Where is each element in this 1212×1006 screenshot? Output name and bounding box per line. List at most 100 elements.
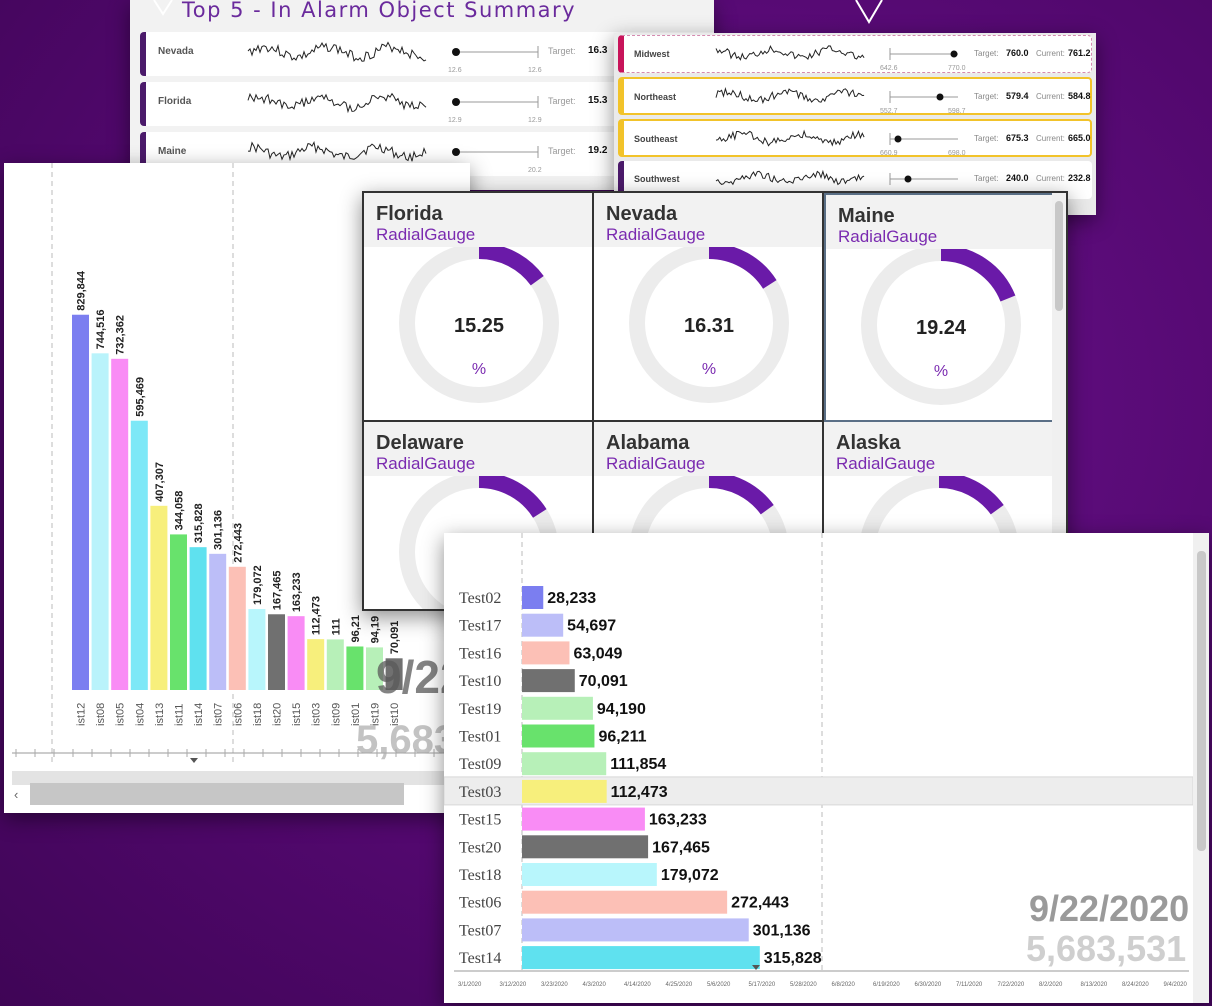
target-label: Target: <box>548 146 576 156</box>
bar-category-label: Test20 <box>459 839 501 856</box>
bar <box>522 779 607 803</box>
timeline-label: 6/30/2020 <box>915 982 942 988</box>
gauge-name: Alaska <box>836 432 901 454</box>
current-value: 761.2 <box>1068 48 1091 58</box>
bar <box>522 863 657 886</box>
bar <box>522 946 760 970</box>
bar-category-label: Test07 <box>459 922 501 939</box>
gauge-cell[interactable]: Maine RadialGauge 19.24% <box>824 193 1054 422</box>
bar-value-label: 112,473 <box>611 784 668 801</box>
bar-category-label: Test14 <box>459 950 501 967</box>
bar-tick-label: ist12 <box>76 703 88 726</box>
gauge-header: Delaware RadialGauge <box>364 422 592 476</box>
timeline-label: 3/23/2020 <box>541 982 568 988</box>
target-value: 760.0 <box>1006 48 1029 58</box>
bullet-max-label: 598.7 <box>948 108 966 115</box>
chevron-down-icon <box>153 0 173 16</box>
timeline-labels-band <box>12 771 470 785</box>
sparkline-line <box>247 92 427 114</box>
bar <box>522 669 575 693</box>
bar-tick-label: ist09 <box>330 703 342 726</box>
bar-tick-label: ist07 <box>213 703 225 726</box>
bar-value-label: 301,136 <box>213 510 225 550</box>
bar <box>522 724 595 748</box>
target-value: 15.3 <box>588 95 608 106</box>
region-sparkline: 642.6 770.0 <box>715 44 966 72</box>
bullet-max-label: 12.9 <box>528 117 542 124</box>
gauge-unit: % <box>701 361 717 378</box>
bar-category-label: Test06 <box>459 895 501 912</box>
bar-value-label: 70,091 <box>389 621 401 655</box>
sparkline-line <box>247 41 427 62</box>
gauge-name: Delaware <box>376 432 464 454</box>
bar-tick-label: ist03 <box>311 703 323 726</box>
current-label: Current: <box>1036 49 1065 58</box>
bar-category-label: Test17 <box>459 618 501 635</box>
gauge-fill <box>938 476 1004 515</box>
gauge-header: Florida RadialGauge <box>364 193 592 247</box>
bullet-max-label: 12.6 <box>528 67 542 74</box>
bar-tick-label: ist15 <box>291 703 303 726</box>
bar-tick-label: ist20 <box>272 703 284 726</box>
bar-value-label: 111,854 <box>610 756 666 773</box>
bar <box>111 358 129 690</box>
current-value: 232.8 <box>1068 173 1091 183</box>
bar-tick-label: ist14 <box>193 703 205 726</box>
gauge-name: Florida <box>376 203 443 225</box>
bar <box>522 641 570 665</box>
bar <box>189 547 207 690</box>
bullet-max-label: 698.0 <box>948 150 966 157</box>
gauge-scrollbar-thumb[interactable] <box>1055 201 1063 311</box>
gauge-unit: % <box>933 363 949 380</box>
region-summary-panel: Midwest 642.6 770.0 Target: 760.0 Current: 761… <box>614 33 1096 215</box>
bar-value-label: 272,443 <box>232 523 244 563</box>
gauge-type: RadialGauge <box>606 454 706 473</box>
target-label: Target: <box>548 46 576 56</box>
gauge-name: Maine <box>838 205 895 227</box>
bar-value-label: 94,19 <box>370 616 382 644</box>
bar-tick-label: ist13 <box>154 703 166 726</box>
bar-value-label: 744,516 <box>95 310 107 350</box>
target-label: Target: <box>548 96 576 106</box>
sparkline-line <box>715 169 865 186</box>
bar-value-label: 163,233 <box>291 572 303 612</box>
bar <box>150 505 168 690</box>
bar <box>522 613 564 637</box>
bar-value-label: 112,473 <box>311 596 323 635</box>
gauge-header: Alaska RadialGauge <box>824 422 1052 476</box>
bar-category-label: Test18 <box>459 867 501 884</box>
bullet-marker <box>452 98 460 106</box>
gauge-cell[interactable]: Florida RadialGauge 15.25% <box>364 193 594 422</box>
bar-category-label: Test09 <box>459 756 501 773</box>
timeline-label: 3/12/2020 <box>500 982 527 988</box>
bar-tick-label: ist05 <box>115 703 127 726</box>
bar <box>346 646 364 690</box>
bar <box>209 553 227 690</box>
alarm-sparkline: 12.9 12.9 <box>247 92 542 124</box>
bar-category-label: Test02 <box>459 590 501 607</box>
region-sparkline: 552.7 598.7 <box>715 87 966 115</box>
gauge-name: Nevada <box>606 203 678 225</box>
hbar-scrollbar[interactable] <box>1193 533 1209 1003</box>
bullet-marker <box>452 48 460 56</box>
bar-value-label: 70,091 <box>579 673 628 690</box>
target-value: 240.0 <box>1006 173 1029 183</box>
bar-value-label: 167,465 <box>652 839 710 856</box>
gauge-type: RadialGauge <box>376 454 476 473</box>
gauge-cell[interactable]: Nevada RadialGauge 16.31% <box>594 193 824 422</box>
bar-category-label: Test01 <box>459 729 501 746</box>
current-label: Current: <box>1036 134 1065 143</box>
gauge-name: Alabama <box>606 432 690 454</box>
bar-tick-label: ist08 <box>95 703 107 726</box>
bullet-marker <box>452 148 460 156</box>
bar <box>287 616 305 690</box>
gauge-type: RadialGauge <box>376 225 476 244</box>
gauge-fill <box>940 249 1016 302</box>
timeline-label: 7/22/2020 <box>998 982 1025 988</box>
hbar-scrollbar-thumb[interactable] <box>1197 551 1206 851</box>
bar-tick-label: ist11 <box>174 704 186 726</box>
bar-value-label: 732,362 <box>115 315 127 355</box>
gauge-value: 15.25 <box>453 315 505 337</box>
bullet-marker <box>894 135 902 143</box>
gauge-fill <box>708 476 774 515</box>
